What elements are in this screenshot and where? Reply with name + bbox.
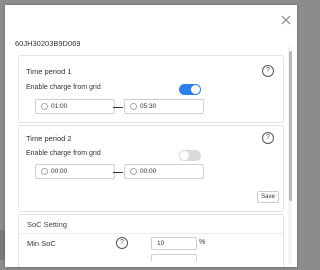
soc-setting-panel: SoC Setting Min SoC ? 10 % xyxy=(18,214,284,267)
start-time-input[interactable]: 01:00 xyxy=(35,99,115,114)
end-time-value: 05:30 xyxy=(140,103,157,110)
clock-icon xyxy=(41,103,48,110)
save-button[interactable]: Save xyxy=(257,191,279,203)
start-time-value: 01:00 xyxy=(51,103,68,110)
toggle-knob xyxy=(191,85,200,94)
toggle-knob xyxy=(180,151,189,160)
range-separator xyxy=(113,107,123,108)
enable-charge-toggle[interactable] xyxy=(179,150,201,161)
start-time-input[interactable]: 00:00 xyxy=(35,164,115,179)
start-time-value: 00:00 xyxy=(51,168,68,175)
clock-icon xyxy=(130,168,137,175)
min-soc-input[interactable]: 10 xyxy=(151,237,197,250)
enable-charge-label: Enable charge from grid xyxy=(26,84,101,91)
charge-settings-dialog: 60JH30203B9D069 Time period 1 ? Enable c… xyxy=(5,5,297,267)
clock-icon xyxy=(41,168,48,175)
help-icon[interactable]: ? xyxy=(262,65,274,77)
percent-unit: % xyxy=(199,239,206,246)
divider xyxy=(19,233,283,234)
time-period-title: Time period 2 xyxy=(26,134,72,143)
time-period-title: Time period 1 xyxy=(26,67,72,76)
next-soc-input[interactable] xyxy=(151,254,197,261)
help-icon[interactable]: ? xyxy=(116,237,128,249)
end-time-value: 00:00 xyxy=(140,168,157,175)
time-period-1-panel: Time period 1 ? Enable charge from grid … xyxy=(18,55,284,123)
close-icon[interactable] xyxy=(280,14,292,26)
time-period-2-panel: Time period 2 ? Enable charge from grid … xyxy=(18,125,284,212)
end-time-input[interactable]: 00:00 xyxy=(124,164,204,179)
enable-charge-label: Enable charge from grid xyxy=(26,150,101,157)
end-time-input[interactable]: 05:30 xyxy=(124,99,204,114)
enable-charge-toggle[interactable] xyxy=(179,84,201,95)
range-separator xyxy=(113,172,123,173)
scrollbar-thumb[interactable] xyxy=(289,51,292,201)
device-serial: 60JH30203B9D069 xyxy=(15,39,81,48)
min-soc-value: 10 xyxy=(157,240,165,247)
clock-icon xyxy=(130,103,137,110)
soc-setting-title: SoC Setting xyxy=(27,220,68,229)
min-soc-label: Min SoC xyxy=(27,239,56,248)
help-icon[interactable]: ? xyxy=(262,132,274,144)
